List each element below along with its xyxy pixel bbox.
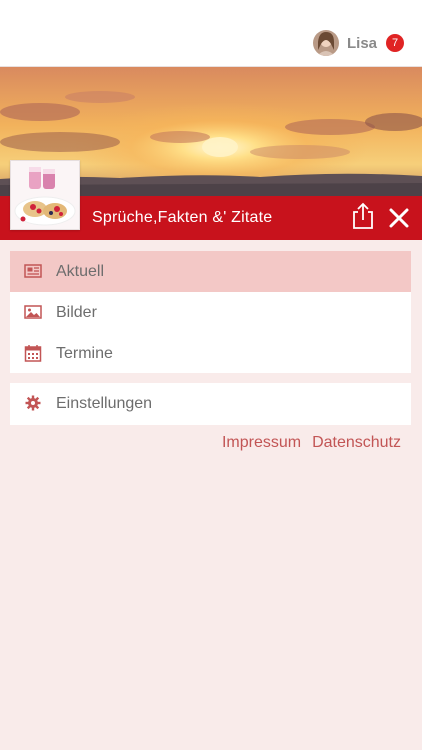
calendar-icon	[24, 345, 42, 362]
menu-item-aktuell[interactable]: Aktuell	[10, 251, 411, 292]
secondary-menu: Einstellungen	[10, 383, 411, 425]
menu-label-termine: Termine	[56, 344, 113, 362]
close-button[interactable]	[387, 204, 411, 230]
menu-label-einstellungen: Einstellungen	[56, 394, 153, 412]
user-profile[interactable]: Lisa 7	[312, 29, 404, 57]
newspaper-icon	[24, 264, 42, 278]
menu-label-bilder: Bilder	[56, 303, 97, 321]
page-thumbnail	[10, 160, 80, 230]
image-icon	[24, 305, 42, 319]
notification-badge[interactable]: 7	[386, 34, 404, 52]
menu-item-bilder[interactable]: Bilder	[10, 292, 411, 333]
menu-item-einstellungen[interactable]: Einstellungen	[10, 383, 411, 424]
gear-icon	[25, 395, 41, 411]
share-button[interactable]	[350, 202, 376, 230]
page-title: Sprüche,Fakten &' Zitate	[92, 209, 273, 226]
username[interactable]: Lisa	[347, 35, 377, 52]
close-icon	[389, 208, 409, 228]
share-icon	[353, 202, 373, 229]
datenschutz-link[interactable]: Datenschutz	[312, 434, 401, 452]
primary-menu: Aktuell Bilder Termine	[10, 251, 411, 373]
menu-label-aktuell: Aktuell	[56, 262, 105, 280]
avatar[interactable]	[312, 30, 339, 56]
footer-links: Impressum Datenschutz	[222, 434, 401, 452]
impressum-link[interactable]: Impressum	[222, 434, 301, 452]
menu-item-termine[interactable]: Termine	[10, 333, 411, 374]
top-bar: Lisa 7	[0, 0, 422, 67]
